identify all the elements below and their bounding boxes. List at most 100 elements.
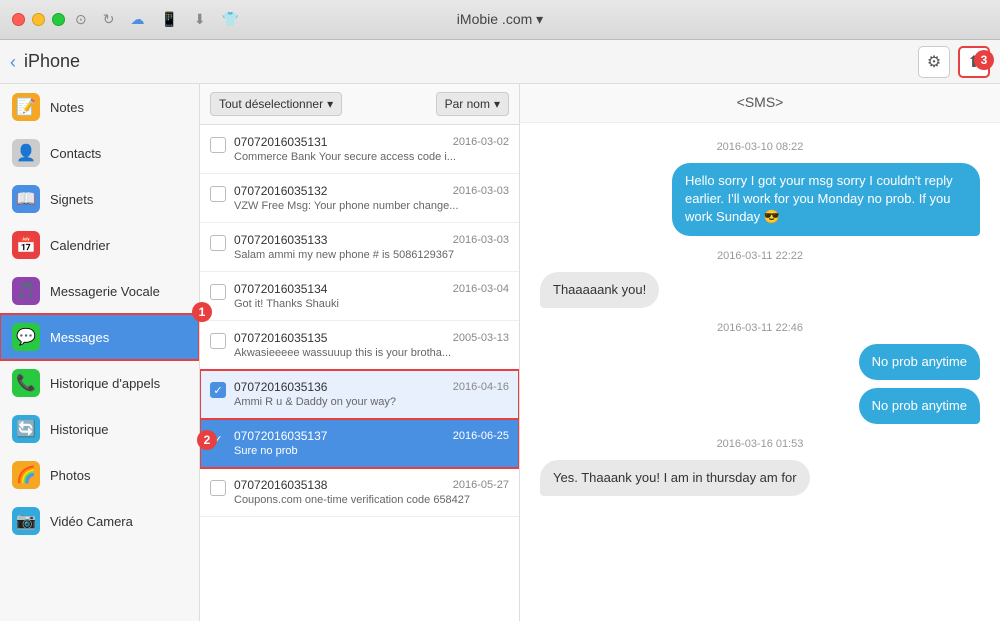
list-item[interactable]: 07072016035137 2016-06-25 Sure no prob <box>200 419 519 468</box>
calendrier-icon: 📅 <box>12 231 40 259</box>
settings-button[interactable]: ⚙ <box>918 46 950 78</box>
item-date-1: 2016-03-02 <box>453 136 509 148</box>
back-button[interactable]: ‹ <box>10 53 16 71</box>
annotation-badge-3: 3 <box>974 50 994 70</box>
sidebar: 📝 Notes 👤 Contacts 📖 Signets 📅 Calendrie… <box>0 84 200 621</box>
close-button[interactable] <box>12 13 25 26</box>
sidebar-label-photos: Photos <box>50 468 90 483</box>
item-content-6: 07072016035136 2016-04-16 Ammi R u & Dad… <box>234 380 509 408</box>
annotation-badge-1: 1 <box>192 302 212 322</box>
item-preview-7: Sure no prob <box>234 445 509 457</box>
list-item[interactable]: 07072016035138 2016-05-27 Coupons.com on… <box>200 468 519 517</box>
item-date-4: 2016-03-04 <box>453 283 509 295</box>
sidebar-label-messagerie: Messagerie Vocale <box>50 284 160 299</box>
title-icons: ⊙ ↻ ☁ 📱 ⬇ 👕 <box>75 11 239 28</box>
lock-icon: ⊙ <box>75 11 87 28</box>
traffic-lights <box>12 13 65 26</box>
sort-chevron-icon: ▾ <box>494 97 500 111</box>
list-item[interactable]: 07072016035131 2016-03-02 Commerce Bank … <box>200 125 519 174</box>
item-date-2: 2016-03-03 <box>453 185 509 197</box>
gear-icon: ⚙ <box>927 52 941 72</box>
item-preview-3: Salam ammi my new phone # is 5086129367 <box>234 249 509 261</box>
item-number-3: 07072016035133 <box>234 233 327 247</box>
item-preview-1: Commerce Bank Your secure access code i.… <box>234 151 509 163</box>
message-bubble: No prob anytime <box>859 344 980 380</box>
deselect-all-button[interactable]: Tout déselectionner ▾ <box>210 92 342 116</box>
message-row: Yes. Thaaank you! I am in thursday am fo… <box>540 460 980 496</box>
deselect-chevron-icon: ▾ <box>327 97 333 111</box>
download-icon: ⬇ <box>194 11 206 28</box>
item-preview-8: Coupons.com one-time verification code 6… <box>234 494 509 506</box>
message-row: Thaaaaank you! <box>540 272 980 308</box>
sidebar-item-signets[interactable]: 📖 Signets <box>0 176 199 222</box>
chat-date: 2016-03-16 01:53 <box>540 438 980 450</box>
sort-button[interactable]: Par nom ▾ <box>436 92 509 116</box>
item-preview-2: VZW Free Msg: Your phone number change..… <box>234 200 509 212</box>
messagerie-icon: 🎵 <box>12 277 40 305</box>
item-content-5: 07072016035135 2005-03-13 Akwasieeeee wa… <box>234 331 509 359</box>
list-item[interactable]: 07072016035135 2005-03-13 Akwasieeeee wa… <box>200 321 519 370</box>
sidebar-item-calendrier[interactable]: 📅 Calendrier <box>0 222 199 268</box>
chat-header: <SMS> <box>520 84 1000 123</box>
checkbox-3[interactable] <box>210 235 226 251</box>
item-preview-6: Ammi R u & Daddy on your way? <box>234 396 509 408</box>
sidebar-label-signets: Signets <box>50 192 93 207</box>
signets-icon: 📖 <box>12 185 40 213</box>
sidebar-item-messagerie[interactable]: 🎵 Messagerie Vocale <box>0 268 199 314</box>
maximize-button[interactable] <box>52 13 65 26</box>
list-header: Tout déselectionner ▾ Par nom ▾ <box>200 84 519 125</box>
checkbox-6[interactable] <box>210 382 226 398</box>
item-content-1: 07072016035131 2016-03-02 Commerce Bank … <box>234 135 509 163</box>
list-items: 07072016035131 2016-03-02 Commerce Bank … <box>200 125 519 621</box>
item-date-5: 2005-03-13 <box>453 332 509 344</box>
notes-icon: 📝 <box>12 93 40 121</box>
chat-date: 2016-03-11 22:46 <box>540 322 980 334</box>
app-title: iMobie .com ▾ <box>457 11 543 28</box>
sidebar-item-contacts[interactable]: 👤 Contacts <box>0 130 199 176</box>
list-item[interactable]: 07072016035132 2016-03-03 VZW Free Msg: … <box>200 174 519 223</box>
item-content-4: 07072016035134 2016-03-04 Got it! Thanks… <box>234 282 509 310</box>
sidebar-item-video[interactable]: 📷 Vidéo Camera <box>0 498 199 544</box>
contacts-icon: 👤 <box>12 139 40 167</box>
message-bubble: Hello sorry I got your msg sorry I could… <box>672 163 980 236</box>
content-area: 📝 Notes 👤 Contacts 📖 Signets 📅 Calendrie… <box>0 84 1000 621</box>
item-number-4: 07072016035134 <box>234 282 327 296</box>
sidebar-item-historique-appels[interactable]: 📞 Historique d'appels <box>0 360 199 406</box>
checkbox-1[interactable] <box>210 137 226 153</box>
item-number-8: 07072016035138 <box>234 478 327 492</box>
item-number-2: 07072016035132 <box>234 184 327 198</box>
chat-date: 2016-03-11 22:22 <box>540 250 980 262</box>
list-item[interactable]: 07072016035136 2016-04-16 Ammi R u & Dad… <box>200 370 519 419</box>
historique-appels-icon: 📞 <box>12 369 40 397</box>
minimize-button[interactable] <box>32 13 45 26</box>
list-item[interactable]: 07072016035134 2016-03-04 Got it! Thanks… <box>200 272 519 321</box>
checkbox-8[interactable] <box>210 480 226 496</box>
historique-icon: 🔄 <box>12 415 40 443</box>
sidebar-item-photos[interactable]: 🌈 Photos <box>0 452 199 498</box>
nav-bar: ‹ iPhone ⚙ ⬆ <box>0 40 1000 84</box>
item-number-7: 07072016035137 <box>234 429 327 443</box>
refresh-icon: ↻ <box>103 11 115 28</box>
message-row: No prob anytime <box>540 388 980 424</box>
chevron-left-icon: ‹ <box>10 53 16 71</box>
sidebar-label-video: Vidéo Camera <box>50 514 133 529</box>
checkbox-5[interactable] <box>210 333 226 349</box>
message-bubble: No prob anytime <box>859 388 980 424</box>
photos-icon: 🌈 <box>12 461 40 489</box>
sidebar-item-messages[interactable]: 💬 Messages <box>0 314 199 360</box>
item-date-6: 2016-04-16 <box>453 381 509 393</box>
item-number-5: 07072016035135 <box>234 331 327 345</box>
sidebar-item-historique[interactable]: 🔄 Historique <box>0 406 199 452</box>
video-icon: 📷 <box>12 507 40 535</box>
item-date-7: 2016-06-25 <box>453 430 509 442</box>
item-content-3: 07072016035133 2016-03-03 Salam ammi my … <box>234 233 509 261</box>
chat-panel: <SMS> 2016-03-10 08:22 Hello sorry I got… <box>520 84 1000 621</box>
sidebar-label-notes: Notes <box>50 100 84 115</box>
message-bubble: Thaaaaank you! <box>540 272 659 308</box>
item-number-1: 07072016035131 <box>234 135 327 149</box>
sidebar-item-notes[interactable]: 📝 Notes <box>0 84 199 130</box>
item-content-2: 07072016035132 2016-03-03 VZW Free Msg: … <box>234 184 509 212</box>
list-item[interactable]: 07072016035133 2016-03-03 Salam ammi my … <box>200 223 519 272</box>
checkbox-2[interactable] <box>210 186 226 202</box>
checkbox-4[interactable] <box>210 284 226 300</box>
